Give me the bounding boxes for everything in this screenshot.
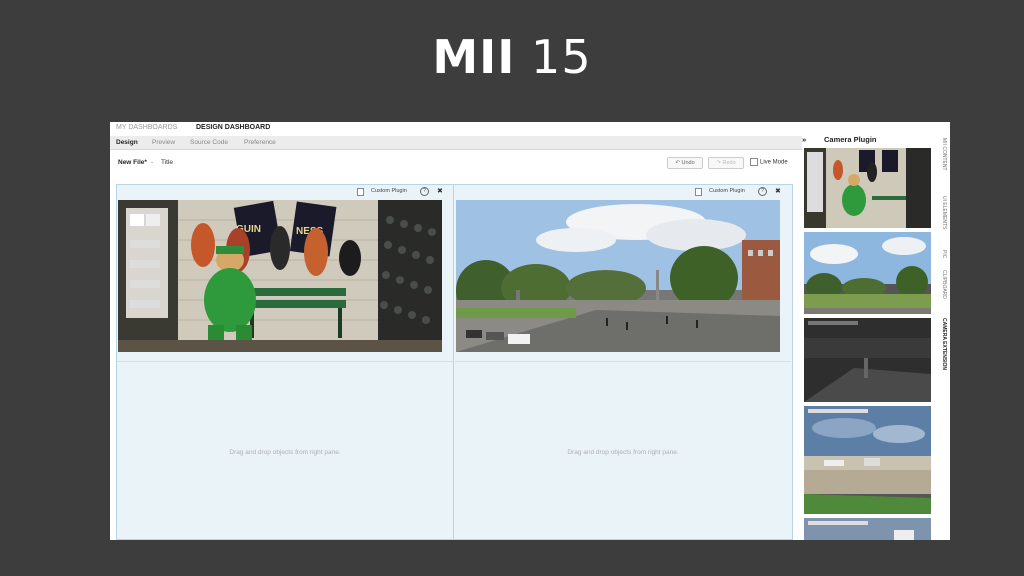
double-chevron-icon[interactable]: » [802, 135, 806, 144]
camera-thumbnail[interactable] [804, 232, 931, 314]
file-name[interactable]: New File* [118, 159, 147, 166]
dashboard-canvas[interactable]: Custom Plugin ? ✖ GUIN NESS Drag and dro… [116, 184, 793, 540]
camera-thumbnail[interactable] [804, 518, 931, 540]
slide-title-number: 15 [531, 30, 592, 84]
app-screenshot: MY DASHBOARDS DESIGN DASHBOARD Design Pr… [110, 122, 950, 540]
widget-label: Custom Plugin [709, 188, 745, 194]
widget-pane-right[interactable]: Custom Plugin ? ✖ Drag and drop objects … [455, 185, 791, 539]
pane-divider [117, 361, 453, 362]
file-title[interactable]: Title [161, 159, 173, 166]
panel-title: Camera Plugin [824, 135, 877, 144]
camera-thumbnail[interactable] [804, 318, 931, 402]
close-icon[interactable]: ✖ [775, 187, 781, 195]
sub-tabs: Design Preview Source Code Preference [110, 136, 802, 150]
vtab-camera-extension[interactable]: CAMERA EXTENSION [935, 318, 947, 370]
subtab-preference[interactable]: Preference [244, 139, 276, 146]
subtab-preview[interactable]: Preview [152, 139, 175, 146]
vtab-pic[interactable]: PIC [935, 250, 947, 258]
camera-feed-street [456, 200, 780, 352]
checkbox-icon [750, 158, 758, 166]
subtab-source-code[interactable]: Source Code [190, 139, 228, 146]
camera-thumbnail[interactable] [804, 406, 931, 514]
widget-header: Custom Plugin ? ✖ [455, 185, 791, 199]
redo-icon: ↷ [716, 160, 721, 166]
live-mode-label: Live Mode [760, 159, 788, 166]
top-navigation: MY DASHBOARDS DESIGN DASHBOARD [110, 122, 802, 134]
undo-button[interactable]: ↶ Undo [667, 157, 703, 169]
plugin-icon [357, 188, 364, 196]
redo-button[interactable]: ↷ Redo [708, 157, 744, 169]
vtab-ui-elements[interactable]: UI ELEMENTS [935, 196, 947, 229]
tab-my-dashboards[interactable]: MY DASHBOARDS [116, 124, 177, 131]
undo-icon: ↶ [675, 160, 680, 166]
vtab-clipboard[interactable]: CLIPBOARD [935, 270, 947, 299]
widget-label: Custom Plugin [371, 188, 407, 194]
close-icon[interactable]: ✖ [437, 187, 443, 195]
camera-feed-pub: GUIN NESS [118, 200, 442, 352]
camera-thumbnail[interactable] [804, 148, 931, 228]
tab-design-dashboard[interactable]: DESIGN DASHBOARD [196, 124, 270, 131]
subtab-design[interactable]: Design [116, 139, 138, 146]
redo-label: Redo [722, 160, 736, 166]
drop-zone-text: Drag and drop objects from right pane. [229, 449, 341, 456]
widget-header: Custom Plugin ? ✖ [117, 185, 453, 199]
pane-divider [455, 361, 791, 362]
drop-zone-text: Drag and drop objects from right pane. [567, 449, 679, 456]
live-mode-toggle[interactable]: Live Mode [750, 158, 788, 166]
undo-label: Undo [681, 160, 695, 166]
slide-title-bold: MII [432, 30, 516, 84]
panel-header: » Camera Plugin [802, 134, 932, 146]
file-separator: - [151, 159, 154, 166]
vtab-mii-content[interactable]: MII CONTENT [935, 138, 947, 171]
widget-pane-left[interactable]: Custom Plugin ? ✖ GUIN NESS Drag and dro… [117, 185, 454, 539]
help-icon[interactable]: ? [758, 187, 767, 196]
help-icon[interactable]: ? [420, 187, 429, 196]
camera-plugin-panel: » Camera Plugin MII CONTENT UI ELEMENTS … [802, 134, 950, 540]
plugin-icon [695, 188, 702, 196]
slide-title: MII 15 [0, 30, 1024, 84]
design-toolbar: New File* - Title ↶ Undo ↷ Redo Live Mod… [110, 152, 802, 174]
vertical-tabs: MII CONTENT UI ELEMENTS PIC CLIPBOARD CA… [935, 138, 947, 538]
